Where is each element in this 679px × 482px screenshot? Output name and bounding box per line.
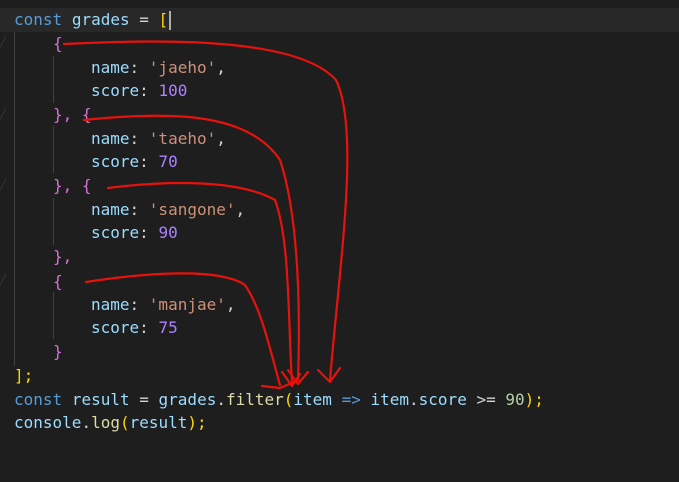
paren: ); xyxy=(524,390,544,409)
property-key: name xyxy=(91,58,130,77)
code-line[interactable]: }, xyxy=(0,245,72,269)
code-line[interactable]: score: 75 xyxy=(0,316,178,340)
property-key: name xyxy=(91,129,130,148)
property-key: score xyxy=(91,81,140,100)
operator: = xyxy=(139,10,149,29)
string-value: 'manjae' xyxy=(148,295,226,314)
code-line[interactable]: const result = grades.filter(item => ite… xyxy=(0,388,544,412)
variable: grades xyxy=(71,10,130,29)
code-line[interactable]: name: 'manjae', xyxy=(0,293,236,317)
code-line[interactable]: name: 'taeho', xyxy=(0,127,226,151)
code-line[interactable]: { xyxy=(0,270,63,294)
code-line[interactable]: score: 70 xyxy=(0,150,178,174)
brace: }, xyxy=(53,247,73,266)
operator: = xyxy=(139,390,149,409)
code-line[interactable]: { xyxy=(0,32,63,56)
number-value: 90 xyxy=(505,390,525,409)
indent-guide xyxy=(53,292,54,339)
code-line[interactable]: ]; xyxy=(0,364,39,388)
paren: ( xyxy=(283,390,294,409)
variable: item xyxy=(370,390,410,409)
variable: grades xyxy=(158,390,217,409)
method-name: filter xyxy=(225,390,284,409)
annotation-arrow-1-head xyxy=(316,366,342,384)
bracket: ]; xyxy=(14,366,34,385)
brace: }, { xyxy=(53,176,92,195)
number-value: 90 xyxy=(158,223,178,242)
paren: ( xyxy=(119,413,130,432)
paren: ); xyxy=(187,413,207,432)
property-key: name xyxy=(91,295,130,314)
keyword: const xyxy=(14,10,63,29)
number-value: 100 xyxy=(158,81,188,100)
indent-guide xyxy=(53,198,54,245)
brace: { xyxy=(53,272,63,291)
number-value: 75 xyxy=(158,318,178,337)
annotation-arrow-2-head xyxy=(286,368,310,386)
variable: console xyxy=(14,413,82,432)
arrow-operator: => xyxy=(341,390,361,409)
param: item xyxy=(293,390,332,409)
method-name: log xyxy=(91,413,120,432)
variable: result xyxy=(71,390,130,409)
variable: result xyxy=(129,413,188,432)
property-key: score xyxy=(91,223,140,242)
brace: } xyxy=(53,342,63,361)
property-key: name xyxy=(91,200,130,219)
code-line[interactable]: const grades = [ xyxy=(0,8,679,32)
indent-guide xyxy=(53,126,54,173)
code-line[interactable]: console.log(result); xyxy=(0,411,207,435)
property-key: score xyxy=(91,152,140,171)
string-value: 'sangone' xyxy=(148,200,236,219)
number-value: 70 xyxy=(158,152,178,171)
code-line[interactable]: } xyxy=(0,340,63,364)
code-line[interactable]: name: 'sangone', xyxy=(0,198,245,222)
bracket: [ xyxy=(158,10,169,29)
operator: >= xyxy=(476,390,496,409)
property-key: score xyxy=(91,318,140,337)
text-cursor xyxy=(169,11,172,30)
string-value: 'taeho' xyxy=(148,129,217,148)
code-line[interactable]: score: 100 xyxy=(0,79,187,103)
code-line[interactable]: }, { xyxy=(0,174,92,198)
keyword: const xyxy=(14,390,63,409)
code-line[interactable]: score: 90 xyxy=(0,221,178,245)
brace: { xyxy=(53,34,63,53)
code-line[interactable]: }, { xyxy=(0,103,92,127)
indent-guide xyxy=(53,56,54,103)
property: score xyxy=(418,390,467,409)
annotation-arrow-3-head xyxy=(280,370,302,388)
code-editor[interactable]: ╱ ╱ ╱ ╱ const grades = [ { name: 'jaeho'… xyxy=(0,0,679,435)
code-line[interactable]: name: 'jaeho', xyxy=(0,56,226,80)
brace: }, { xyxy=(53,105,92,124)
string-value: 'jaeho' xyxy=(148,58,217,77)
